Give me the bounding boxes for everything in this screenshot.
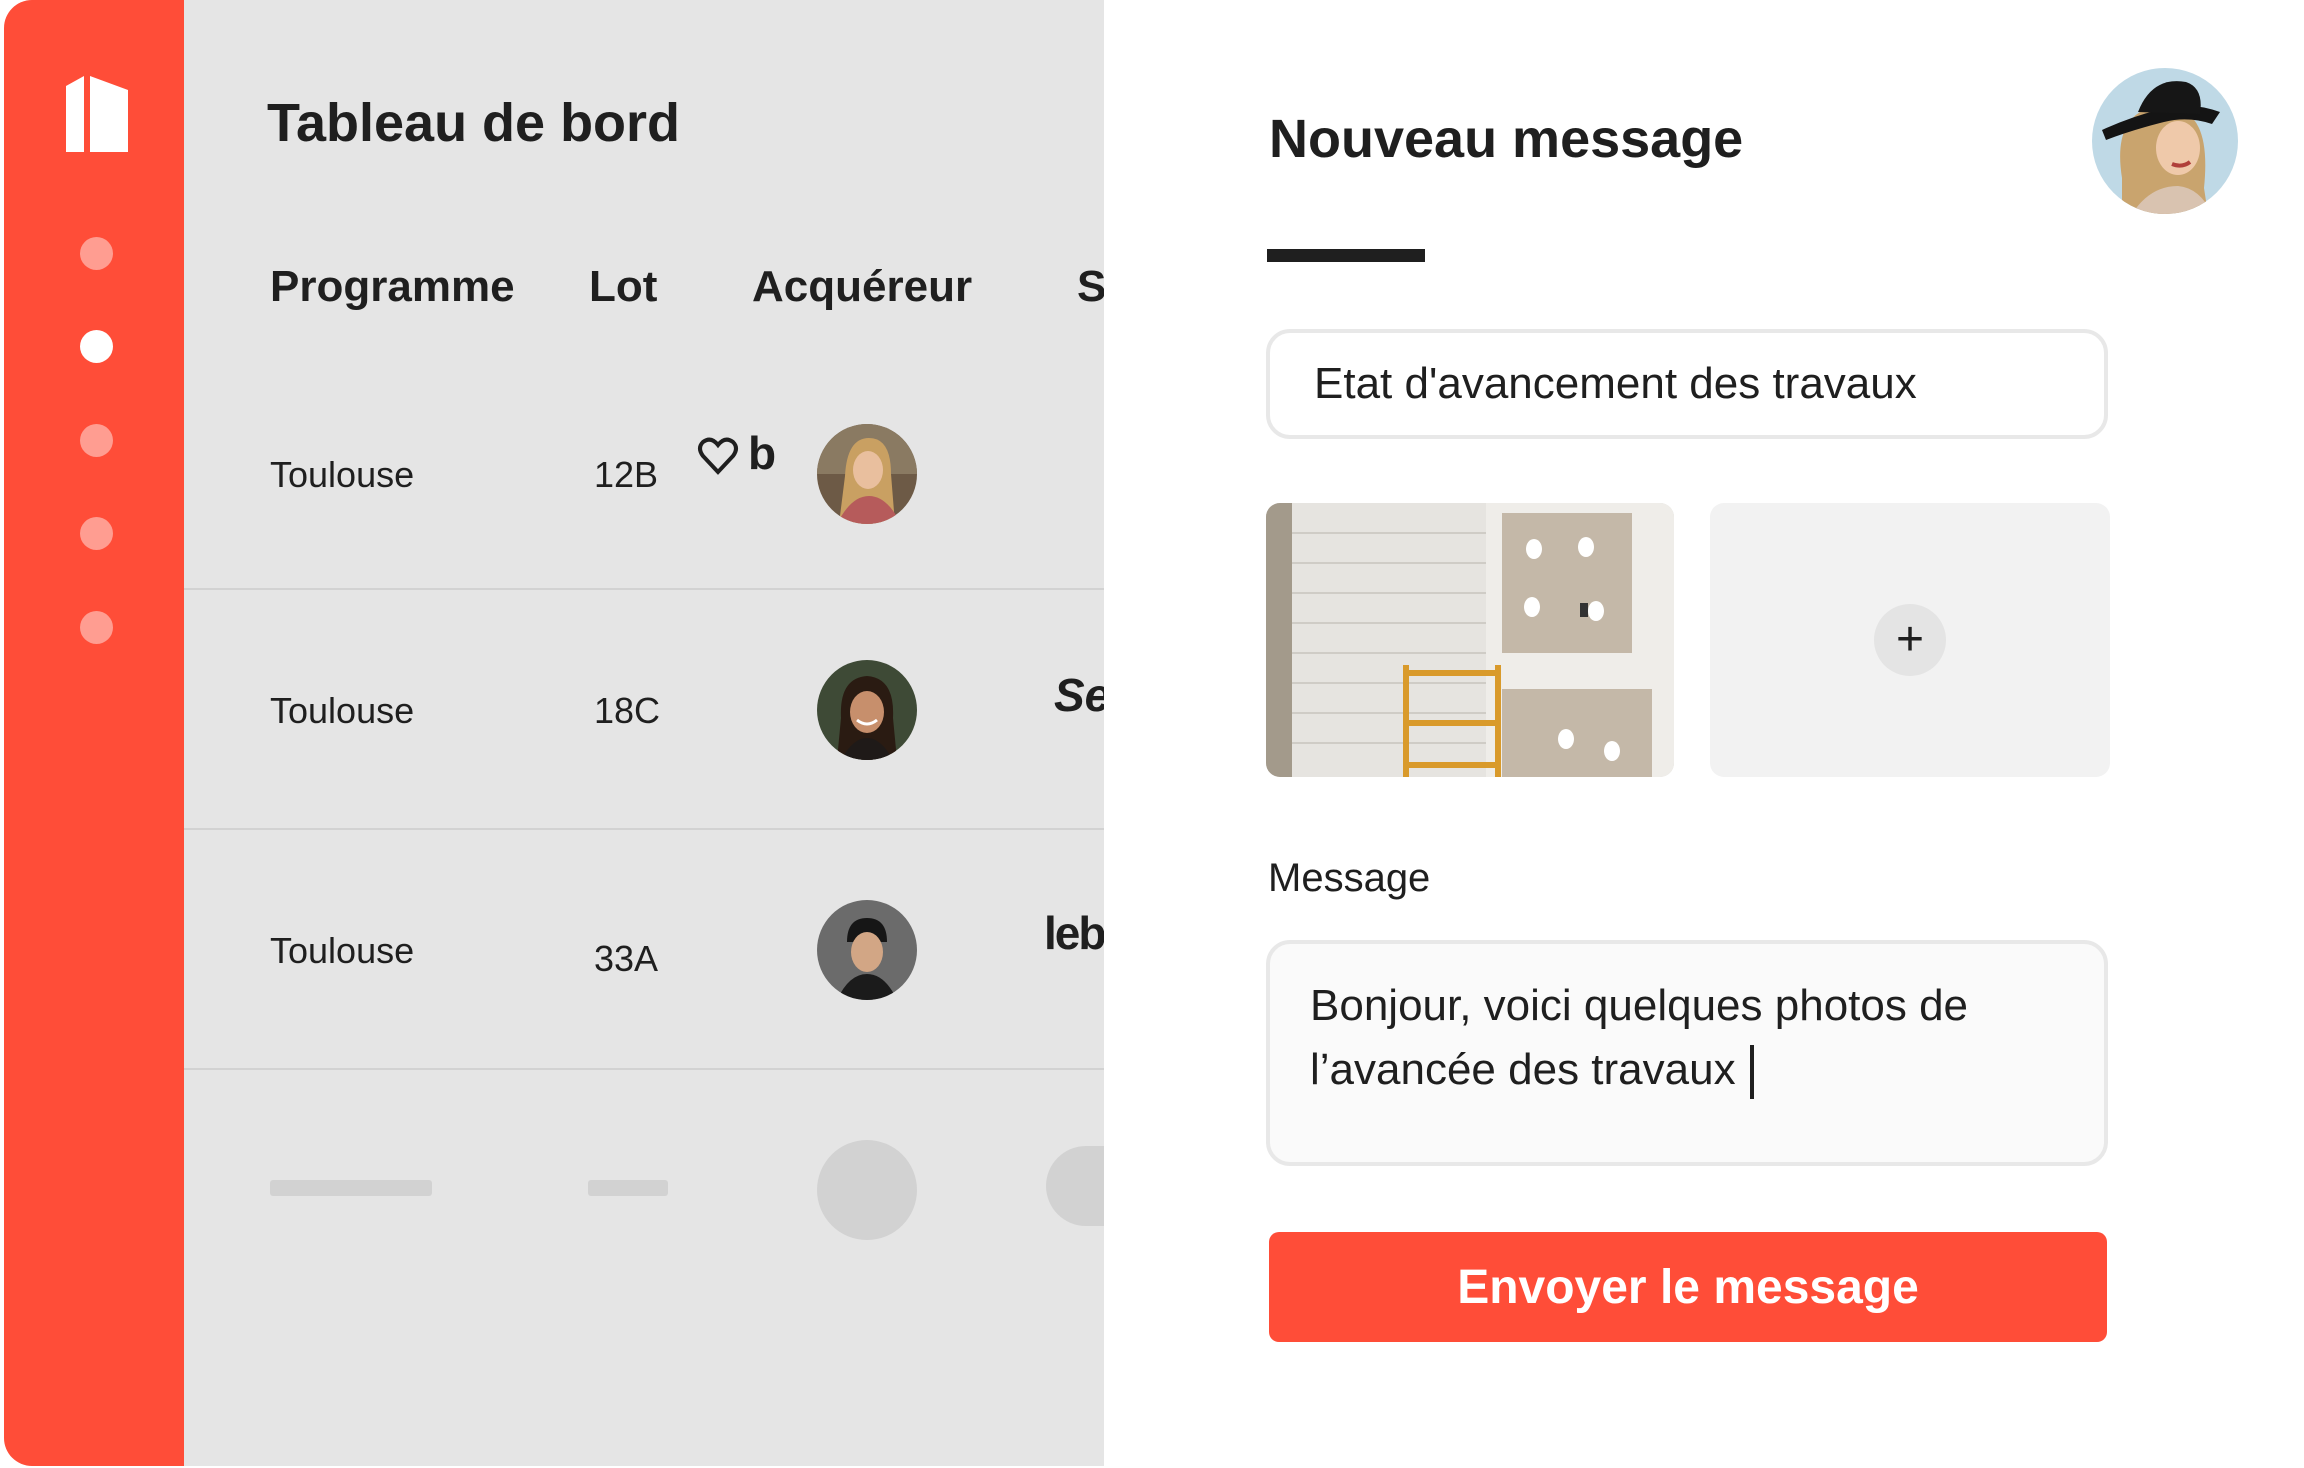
user-avatar[interactable] bbox=[2092, 68, 2238, 214]
sidebar-nav-item-5[interactable] bbox=[80, 611, 113, 644]
panel-title: Nouveau message bbox=[1269, 109, 1744, 169]
add-photo-plus-icon[interactable]: + bbox=[1874, 604, 1946, 676]
heart-brand-icon bbox=[698, 437, 738, 475]
programme-cell: Toulouse bbox=[270, 930, 415, 971]
buyer-avatar[interactable] bbox=[817, 900, 917, 1000]
subject-input[interactable]: Etat d'avancement des travaux bbox=[1266, 329, 2108, 439]
skeleton-badge bbox=[1046, 1146, 1104, 1226]
brand-logo-text: lebo bbox=[1044, 907, 1104, 959]
table-row[interactable]: Toulouse 18C Sel bbox=[184, 590, 1104, 830]
column-header-acquereur[interactable]: Acquéreur bbox=[752, 262, 972, 312]
message-text-line-1: Bonjour, voici quelques photos de bbox=[1310, 981, 1969, 1030]
attached-photo-thumbnail[interactable] bbox=[1266, 503, 1674, 777]
brand-logo-text: b bbox=[748, 427, 777, 479]
buyer-avatar[interactable] bbox=[817, 424, 917, 524]
table-row[interactable]: Toulouse 12B b bbox=[184, 386, 1104, 590]
lot-cell: 33A bbox=[594, 938, 659, 979]
brand-logo-text: Sel bbox=[1054, 669, 1104, 721]
title-underline bbox=[1267, 249, 1425, 262]
lot-cell: 18C bbox=[594, 690, 661, 731]
lot-cell: 12B bbox=[594, 454, 659, 495]
sidebar-nav-item-1[interactable] bbox=[80, 237, 113, 270]
sidebar-nav-item-4[interactable] bbox=[80, 517, 113, 550]
skeleton-programme bbox=[270, 1180, 432, 1196]
sidebar-nav-item-2-active[interactable] bbox=[80, 330, 113, 363]
skeleton-row bbox=[184, 1070, 1104, 1310]
message-text-line-2: l’avancée des travaux bbox=[1310, 1045, 1736, 1094]
column-header-sc[interactable]: Sc bbox=[1077, 262, 1104, 312]
buyer-avatar[interactable] bbox=[817, 660, 917, 760]
message-field-label: Message bbox=[1268, 856, 1431, 900]
text-cursor bbox=[1749, 1045, 1754, 1100]
column-header-lot[interactable]: Lot bbox=[589, 262, 657, 312]
skeleton-lot bbox=[588, 1180, 668, 1196]
add-photo-tile[interactable]: + bbox=[1710, 503, 2110, 777]
sidebar bbox=[4, 0, 184, 1466]
message-text-line-2-wrap: l’avancée des travaux bbox=[1310, 1038, 2066, 1102]
table-row[interactable]: Toulouse 33A lebo bbox=[184, 830, 1104, 1070]
column-header-programme[interactable]: Programme bbox=[270, 262, 515, 312]
message-textarea[interactable]: Bonjour, voici quelques photos de l’avan… bbox=[1266, 940, 2108, 1166]
new-message-panel: Nouveau message Etat d'avancement des tr… bbox=[1104, 0, 2304, 1468]
programme-cell: Toulouse bbox=[270, 690, 415, 731]
programme-cell: Toulouse bbox=[270, 454, 415, 495]
building-logo-icon[interactable] bbox=[66, 76, 128, 152]
sidebar-nav-item-3[interactable] bbox=[80, 424, 113, 457]
dashboard-title: Tableau de bord bbox=[267, 93, 681, 153]
send-message-button[interactable]: Envoyer le message bbox=[1269, 1232, 2107, 1342]
dashboard-panel: Tableau de bord Programme Lot Acquéreur … bbox=[184, 0, 1104, 1466]
skeleton-avatar bbox=[817, 1140, 917, 1240]
